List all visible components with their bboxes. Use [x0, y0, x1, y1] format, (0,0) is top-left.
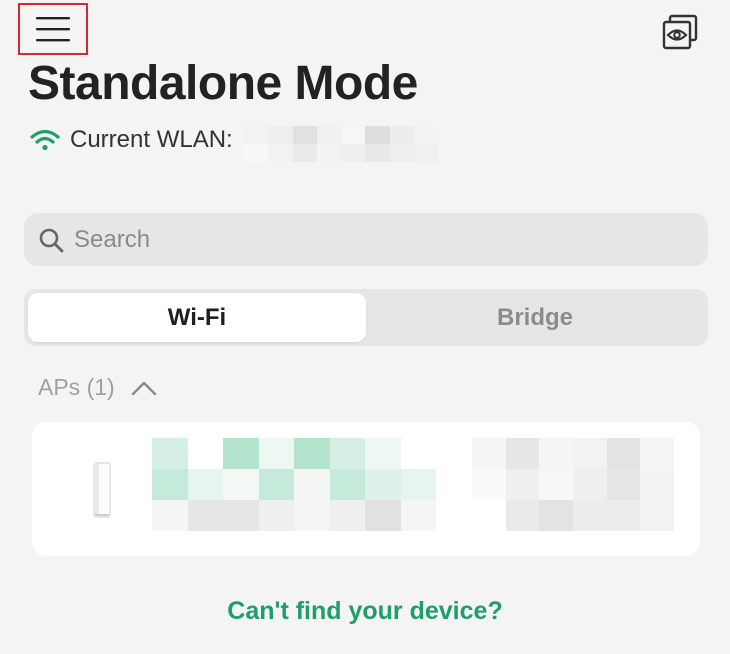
wifi-icon — [30, 129, 60, 151]
current-wlan-row: Current WLAN: — [30, 126, 233, 154]
device-card[interactable] — [32, 422, 700, 556]
search-bar[interactable] — [24, 213, 708, 266]
device-name-redacted — [152, 438, 436, 531]
search-input[interactable] — [72, 224, 676, 255]
device-mac-redacted — [472, 438, 674, 531]
page-title: Standalone Mode — [28, 57, 418, 110]
view-toggle-button[interactable] — [660, 14, 700, 50]
aps-section-header[interactable]: APs (1) — [38, 374, 157, 401]
chevron-up-icon — [131, 381, 156, 395]
current-wlan-label: Current WLAN: — [70, 126, 233, 153]
access-point-device-icon — [93, 462, 111, 518]
menu-button[interactable] — [18, 3, 88, 55]
tab-wifi[interactable]: Wi-Fi — [28, 293, 366, 342]
eye-view-icon — [662, 14, 698, 50]
cant-find-device-link[interactable]: Can't find your device? — [0, 597, 730, 626]
hamburger-menu-icon — [36, 17, 70, 42]
aps-section-label: APs (1) — [38, 374, 115, 400]
search-icon — [39, 228, 64, 252]
mode-tabs: Wi-Fi Bridge — [24, 289, 708, 346]
wlan-name-redacted — [244, 126, 438, 162]
tab-bridge[interactable]: Bridge — [366, 293, 704, 342]
